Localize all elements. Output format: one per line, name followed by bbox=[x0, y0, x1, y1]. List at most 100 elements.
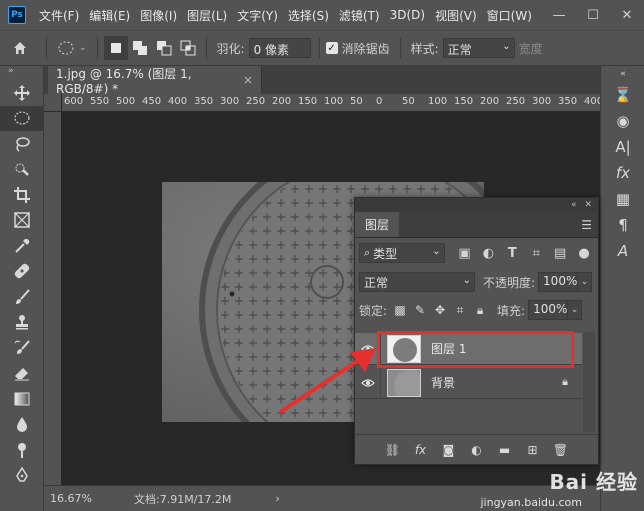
add-selection-button[interactable] bbox=[128, 36, 152, 60]
menu-layer[interactable]: 图层(L) bbox=[182, 7, 232, 24]
layer-name[interactable]: 背景 bbox=[431, 374, 455, 391]
layer-style-icon[interactable]: fx bbox=[412, 441, 430, 459]
zoom-level[interactable]: 16.67% bbox=[50, 492, 120, 505]
pen-tool[interactable] bbox=[0, 463, 44, 489]
elliptical-marquee-icon bbox=[14, 111, 30, 125]
clone-stamp-tool[interactable] bbox=[0, 310, 44, 336]
subtract-selection-button[interactable] bbox=[152, 36, 176, 60]
menu-select[interactable]: 选择(S) bbox=[283, 7, 334, 24]
smart-object-filter-icon[interactable]: ▤ bbox=[550, 243, 570, 263]
ruler-label: 350 bbox=[194, 96, 214, 107]
swatches-panel-icon[interactable]: ▦ bbox=[601, 186, 644, 212]
link-layers-icon[interactable]: ⛓ bbox=[384, 441, 402, 459]
antialias-checkbox[interactable]: ✓ bbox=[325, 42, 338, 54]
glyphs-panel-icon[interactable]: A bbox=[601, 238, 644, 264]
brush-tool[interactable] bbox=[0, 284, 44, 310]
delete-layer-icon[interactable]: 🗑︎ bbox=[552, 441, 570, 459]
lock-position-icon[interactable]: ✥ bbox=[431, 301, 449, 319]
shape-filter-icon[interactable]: ⌗ bbox=[526, 243, 546, 263]
home-button[interactable] bbox=[0, 40, 40, 56]
artboard-lock-icon[interactable]: ⌗ bbox=[451, 301, 469, 319]
menu-file[interactable]: 文件(F) bbox=[34, 7, 84, 24]
close-tab-icon[interactable]: × bbox=[243, 73, 253, 87]
new-selection-button[interactable] bbox=[103, 36, 128, 60]
paragraph-panel-icon[interactable]: ¶ bbox=[601, 212, 644, 238]
panel-header: « ✕ bbox=[355, 198, 598, 212]
styles-panel-icon[interactable]: fx bbox=[601, 160, 644, 186]
horizontal-ruler[interactable]: 600 550 500 450 400 350 300 250 200 150 … bbox=[62, 94, 600, 112]
width-label: 宽度 bbox=[518, 41, 543, 56]
menu-3d[interactable]: 3D(D) bbox=[385, 8, 430, 22]
layer-kind-filter[interactable]: ⌕ 类型 ⌄ bbox=[359, 243, 445, 263]
pixel-filter-icon[interactable]: ▣ bbox=[455, 243, 475, 263]
style-select[interactable]: 正常 ⌄ bbox=[442, 38, 515, 58]
collapse-toolbar-icon[interactable]: » bbox=[0, 66, 43, 80]
minimize-button[interactable]: — bbox=[542, 0, 576, 30]
crop-tool[interactable] bbox=[0, 182, 44, 208]
feather-input[interactable]: 0 像素 bbox=[248, 38, 311, 58]
chevron-down-icon: ⌄ bbox=[79, 43, 87, 53]
layers-scrollbar[interactable] bbox=[583, 332, 595, 432]
new-group-icon[interactable]: ▬ bbox=[496, 441, 514, 459]
vertical-ruler[interactable] bbox=[44, 94, 62, 485]
menu-view[interactable]: 视图(V) bbox=[430, 7, 482, 24]
blur-tool[interactable] bbox=[0, 412, 44, 438]
menu-window[interactable]: 窗口(W) bbox=[482, 7, 537, 24]
pen-icon bbox=[16, 466, 28, 482]
lock-transparent-icon[interactable]: ▩ bbox=[391, 301, 409, 319]
frame-tool[interactable] bbox=[0, 208, 44, 234]
opacity-label: 不透明度: bbox=[483, 275, 536, 290]
lock-image-icon[interactable]: ✎ bbox=[411, 301, 429, 319]
chevron-down-icon: ⌄ bbox=[432, 246, 441, 257]
blend-mode-select[interactable]: 正常 ⌄ bbox=[359, 272, 475, 292]
opacity-dropdown-icon[interactable]: ⌄ bbox=[578, 272, 593, 292]
adjustment-layer-icon[interactable]: ◐ bbox=[468, 441, 486, 459]
eyedropper-tool[interactable] bbox=[0, 233, 44, 259]
history-brush-tool[interactable] bbox=[0, 335, 44, 361]
new-layer-icon[interactable]: ⊞ bbox=[524, 441, 542, 459]
menu-edit[interactable]: 编辑(E) bbox=[84, 7, 135, 24]
fill-input[interactable]: 100% bbox=[528, 300, 569, 320]
collapse-panel-icon[interactable]: « bbox=[571, 200, 577, 210]
fill-dropdown-icon[interactable]: ⌄ bbox=[568, 300, 583, 320]
close-panel-icon[interactable]: ✕ bbox=[584, 200, 592, 210]
menu-type[interactable]: 文字(Y) bbox=[232, 7, 283, 24]
lock-all-icon[interactable]: 🔒︎ bbox=[471, 301, 489, 319]
gradient-tool[interactable] bbox=[0, 386, 44, 412]
document-tab[interactable]: 1.jpg @ 16.7% (图层 1, RGB/8#) * × bbox=[48, 66, 262, 96]
opacity-input[interactable]: 100% bbox=[538, 272, 579, 292]
move-tool[interactable] bbox=[0, 80, 44, 106]
filter-toggle-icon[interactable]: ● bbox=[574, 243, 594, 263]
color-panel-icon[interactable]: ◉ bbox=[601, 108, 644, 134]
dodge-tool[interactable] bbox=[0, 437, 44, 463]
fill-label: 填充: bbox=[497, 303, 526, 318]
frame-icon bbox=[14, 212, 30, 228]
ruler-origin[interactable] bbox=[44, 94, 62, 112]
lasso-tool[interactable] bbox=[0, 131, 44, 157]
close-button[interactable]: ✕ bbox=[610, 0, 644, 30]
type-filter-icon[interactable]: T bbox=[502, 243, 522, 263]
ruler-label: 100 bbox=[428, 96, 448, 107]
add-mask-icon[interactable]: ◙ bbox=[440, 441, 458, 459]
lock-icon[interactable]: 🔒︎ bbox=[562, 375, 568, 389]
panel-menu-icon[interactable]: ☰ bbox=[581, 218, 592, 232]
collapse-panels-icon[interactable]: « bbox=[601, 66, 644, 82]
healing-brush-tool[interactable] bbox=[0, 259, 44, 285]
filter-row: ⌕ 类型 ⌄ ▣ ◐ T ⌗ ▤ ● bbox=[355, 238, 598, 268]
eraser-tool[interactable] bbox=[0, 361, 44, 387]
menu-filter[interactable]: 滤镜(T) bbox=[334, 7, 385, 24]
tab-layers[interactable]: 图层 bbox=[355, 212, 400, 237]
menu-image[interactable]: 图像(I) bbox=[135, 7, 182, 24]
tool-preset-picker[interactable]: ⌄ bbox=[53, 40, 91, 56]
drop-icon bbox=[17, 417, 27, 433]
character-panel-icon[interactable]: A| bbox=[601, 134, 644, 160]
intersect-selection-button[interactable] bbox=[176, 36, 200, 60]
status-menu-arrow[interactable]: › bbox=[275, 492, 279, 505]
quick-selection-icon bbox=[15, 163, 29, 177]
quick-selection-tool[interactable] bbox=[0, 157, 44, 183]
adjustment-filter-icon[interactable]: ◐ bbox=[479, 243, 499, 263]
elliptical-marquee-tool[interactable] bbox=[0, 105, 44, 131]
history-panel-icon[interactable]: ⌛ bbox=[601, 82, 644, 108]
maximize-button[interactable]: ☐ bbox=[576, 0, 610, 30]
ruler-label: 50 bbox=[402, 96, 415, 107]
